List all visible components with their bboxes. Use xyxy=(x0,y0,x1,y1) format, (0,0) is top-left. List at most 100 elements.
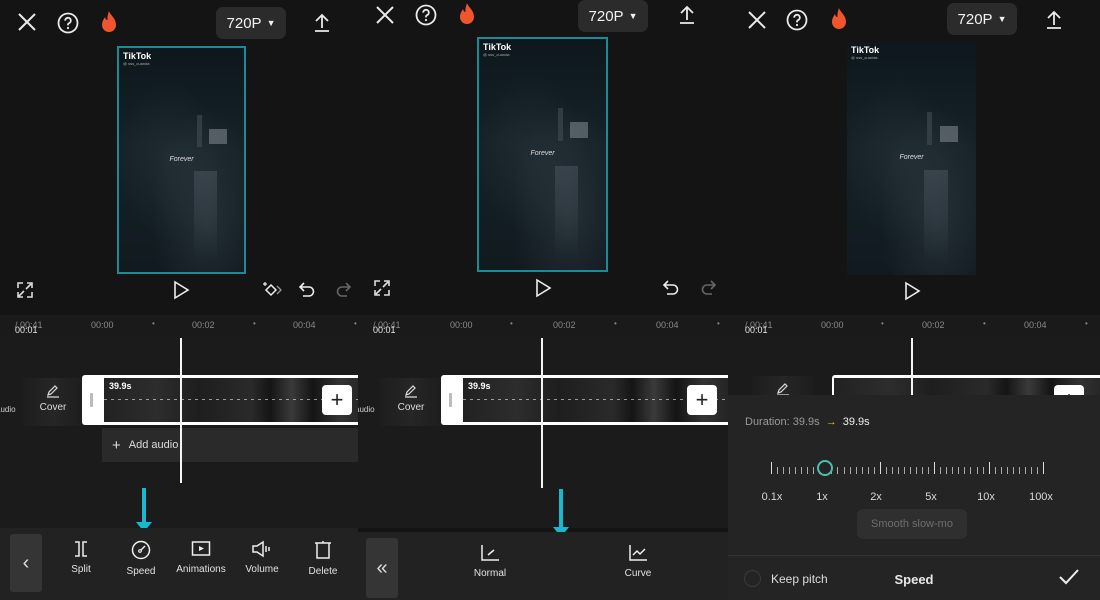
cover-button[interactable]: Cover xyxy=(22,378,84,426)
slider-minor-tick xyxy=(1006,467,1008,474)
add-clip-button[interactable]: + xyxy=(322,385,352,415)
slider-minor-tick xyxy=(982,467,984,474)
resolution-dropdown[interactable]: 720P ▼ xyxy=(947,3,1017,35)
ruler-tick: 00:00 xyxy=(91,320,114,330)
playhead[interactable] xyxy=(911,338,913,395)
redo-icon xyxy=(334,278,352,302)
fullscreen-icon[interactable] xyxy=(16,278,34,302)
slider-major-tick xyxy=(988,462,990,474)
slider-minor-tick xyxy=(922,467,924,474)
timeline-area xyxy=(358,335,728,528)
annotation-arrow xyxy=(553,489,569,537)
tiktok-watermark: TikTok @ sss_cuanda xyxy=(123,51,152,66)
clip-toolbar: ‹ Split Speed Animations Volume Delete xyxy=(0,528,358,600)
back-button[interactable]: « xyxy=(366,538,398,598)
caret-down-icon: ▼ xyxy=(266,18,276,28)
help-icon[interactable] xyxy=(786,9,808,31)
close-icon[interactable] xyxy=(16,11,38,33)
slider-label: 1x xyxy=(816,491,828,503)
slider-minor-tick xyxy=(994,467,996,474)
time-ruler[interactable]: 00:01 / 00:41 00:00 • 00:02 • 00:04 • xyxy=(728,315,1100,335)
play-icon[interactable] xyxy=(534,276,552,300)
back-button[interactable]: ‹ xyxy=(10,534,42,592)
top-bar: 720P ▼ xyxy=(358,0,728,40)
slider-minor-tick xyxy=(958,467,960,474)
caret-down-icon: ▼ xyxy=(628,11,638,21)
add-audio-button[interactable]: + Add audio xyxy=(102,428,358,462)
keyframe-icon[interactable] xyxy=(262,278,284,302)
slider-minor-tick xyxy=(940,467,942,474)
close-icon[interactable] xyxy=(374,4,396,26)
audio-track-label: audio xyxy=(358,405,375,414)
plus-icon: + xyxy=(112,436,121,454)
ruler-tick: 00:04 xyxy=(656,320,679,330)
slider-minor-tick xyxy=(813,467,815,474)
split-icon xyxy=(75,541,87,557)
play-icon[interactable] xyxy=(172,278,190,302)
time-ruler[interactable]: 00:01 / 00:41 00:00 • 00:02 • 00:04 • xyxy=(0,315,358,335)
video-preview[interactable]: TikTok @ sss_cuanda Forever xyxy=(117,46,246,274)
panel-speed-type: 720P ▼ TikTok @ sss_cuanda Forever 00:01 /… xyxy=(358,0,728,600)
overlay-text: Forever xyxy=(899,153,924,161)
resolution-dropdown[interactable]: 720P ▼ xyxy=(216,7,286,39)
close-icon[interactable] xyxy=(746,9,768,31)
export-icon[interactable] xyxy=(312,12,332,34)
flame-icon[interactable] xyxy=(457,2,477,26)
slider-label: 5x xyxy=(925,491,937,503)
time-ruler[interactable]: 00:01 / 00:41 00:00 • 00:02 • 00:04 • xyxy=(358,315,728,335)
play-icon[interactable] xyxy=(903,279,921,303)
flame-icon[interactable] xyxy=(829,7,849,31)
smooth-slowmo-button[interactable]: Smooth slow-mo xyxy=(857,509,967,539)
top-bar: 720P ▼ xyxy=(0,0,358,40)
flame-icon[interactable] xyxy=(99,10,119,34)
ruler-tick: 00:02 xyxy=(192,320,215,330)
top-bar: 720P ▼ xyxy=(728,0,1100,40)
export-icon[interactable] xyxy=(1044,9,1064,31)
checkmark-icon[interactable] xyxy=(1058,568,1080,591)
tool-split[interactable]: Split xyxy=(49,540,113,575)
tiktok-watermark: TikTok @ sss_cuanda xyxy=(851,45,880,60)
slider-minor-tick xyxy=(903,467,905,474)
tool-animations[interactable]: Animations xyxy=(169,540,233,575)
help-icon[interactable] xyxy=(57,12,79,34)
video-clip[interactable]: 39.9s + xyxy=(82,375,358,425)
speed-icon xyxy=(131,540,151,560)
slider-major-tick xyxy=(771,462,772,474)
resolution-dropdown[interactable]: 720P ▼ xyxy=(578,0,648,32)
slider-major-tick xyxy=(934,462,936,474)
speed-slider[interactable] xyxy=(771,460,1044,476)
help-icon[interactable] xyxy=(415,4,437,26)
tool-volume[interactable]: Volume xyxy=(230,540,294,575)
slider-minor-tick xyxy=(867,467,869,474)
clip-duration: 39.9s xyxy=(109,381,132,391)
normal-speed-icon xyxy=(481,545,499,561)
video-clip[interactable]: 39.9s + xyxy=(441,375,728,425)
slider-minor-tick xyxy=(952,467,954,474)
video-preview[interactable]: TikTok @ sss_cuanda Forever xyxy=(847,42,976,275)
slider-label: 2x xyxy=(870,491,882,503)
undo-icon[interactable] xyxy=(298,278,316,302)
video-preview[interactable]: TikTok @ sss_cuanda Forever xyxy=(477,37,608,272)
ruler-tick: 00:00 xyxy=(821,320,844,330)
caret-down-icon: ▼ xyxy=(997,14,1007,24)
animations-icon xyxy=(191,541,211,556)
add-clip-button[interactable]: + xyxy=(687,385,717,415)
slider-minor-tick xyxy=(1018,467,1020,474)
tool-normal[interactable]: Normal xyxy=(458,544,522,579)
undo-icon[interactable] xyxy=(662,276,680,300)
slider-label: 0.1x xyxy=(761,491,783,503)
annotation-arrow xyxy=(136,488,152,532)
tool-delete[interactable]: Delete xyxy=(291,540,355,577)
playhead[interactable] xyxy=(541,338,543,488)
ruler-tick: 00:02 xyxy=(922,320,945,330)
clip-trim-handle[interactable] xyxy=(449,393,452,407)
cover-button[interactable]: Cover xyxy=(380,378,442,426)
slider-minor-tick xyxy=(1012,467,1014,474)
export-icon[interactable] xyxy=(677,4,697,26)
tool-speed[interactable]: Speed xyxy=(109,540,173,577)
fullscreen-icon[interactable] xyxy=(373,276,391,300)
slider-minor-tick xyxy=(849,467,851,474)
tool-curve[interactable]: Curve xyxy=(606,544,670,579)
clip-trim-handle[interactable] xyxy=(90,393,93,407)
playhead[interactable] xyxy=(180,338,182,483)
